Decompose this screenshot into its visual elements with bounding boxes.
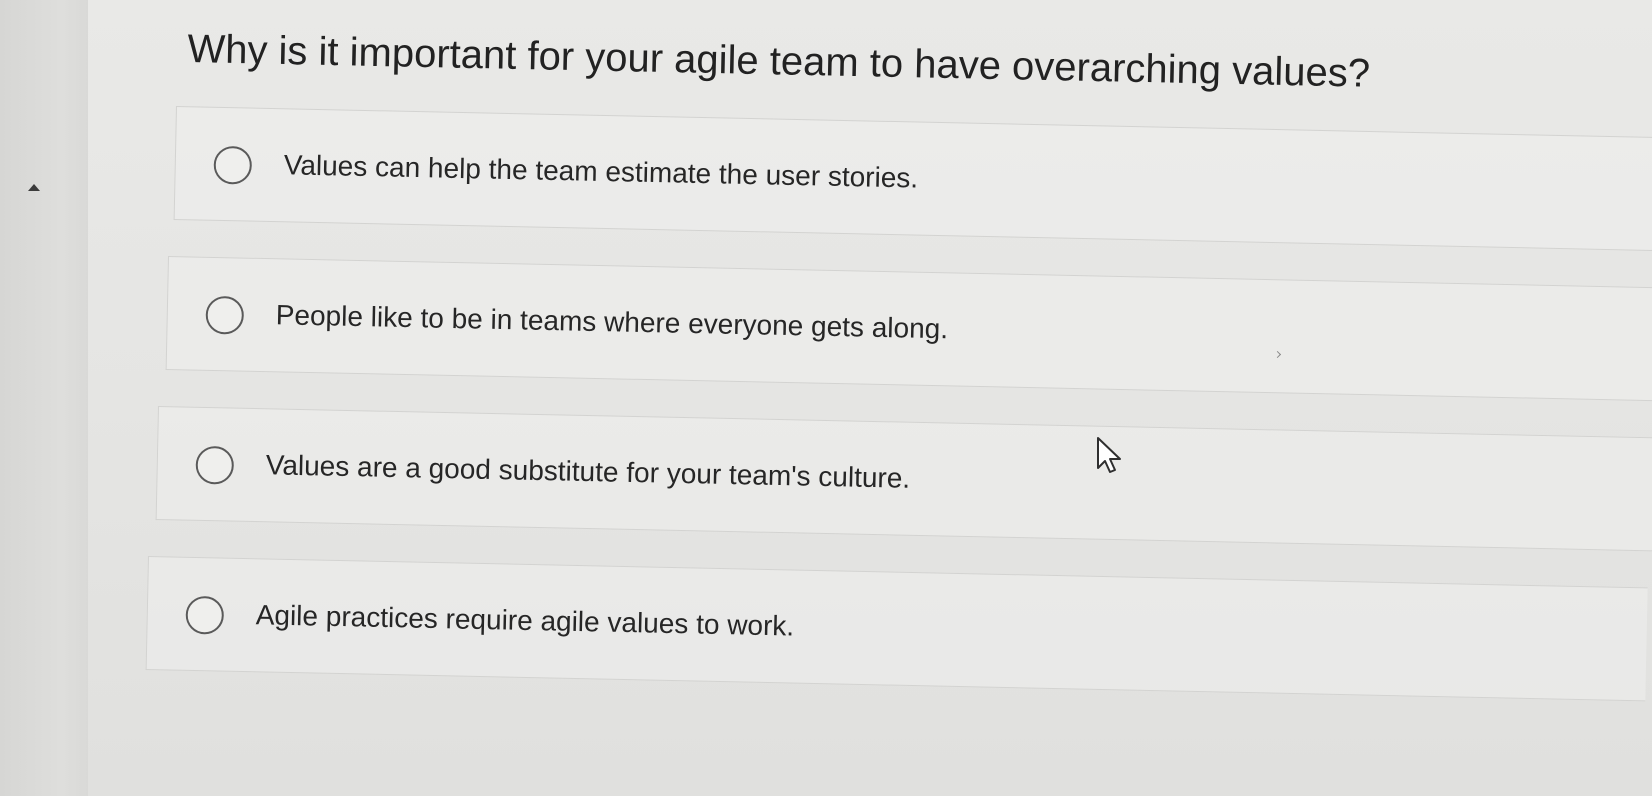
- answer-option-label: Agile practices require agile values to …: [255, 599, 795, 642]
- answer-option-3[interactable]: Values are a good substitute for your te…: [155, 406, 1652, 552]
- answer-option-label: Values are a good substitute for your te…: [265, 449, 911, 494]
- mouse-pointer-icon: [1097, 437, 1121, 473]
- radio-button[interactable]: [195, 445, 235, 485]
- answer-option-label: Values can help the team estimate the us…: [283, 149, 919, 194]
- answer-option-label: People like to be in teams where everyon…: [275, 299, 949, 345]
- question-panel: Why is it important for your agile team …: [88, 0, 1652, 796]
- answer-option-2[interactable]: People like to be in teams where everyon…: [165, 256, 1652, 402]
- radio-button[interactable]: [185, 595, 225, 635]
- answer-option-4[interactable]: Agile practices require agile values to …: [145, 556, 1648, 702]
- answer-option-1[interactable]: Values can help the team estimate the us…: [173, 106, 1652, 252]
- left-sidebar-strip: [0, 0, 89, 796]
- radio-button[interactable]: [205, 295, 245, 335]
- question-text: Why is it important for your agile team …: [187, 26, 1371, 96]
- radio-button[interactable]: [213, 145, 253, 185]
- caret-up-icon[interactable]: [28, 184, 40, 191]
